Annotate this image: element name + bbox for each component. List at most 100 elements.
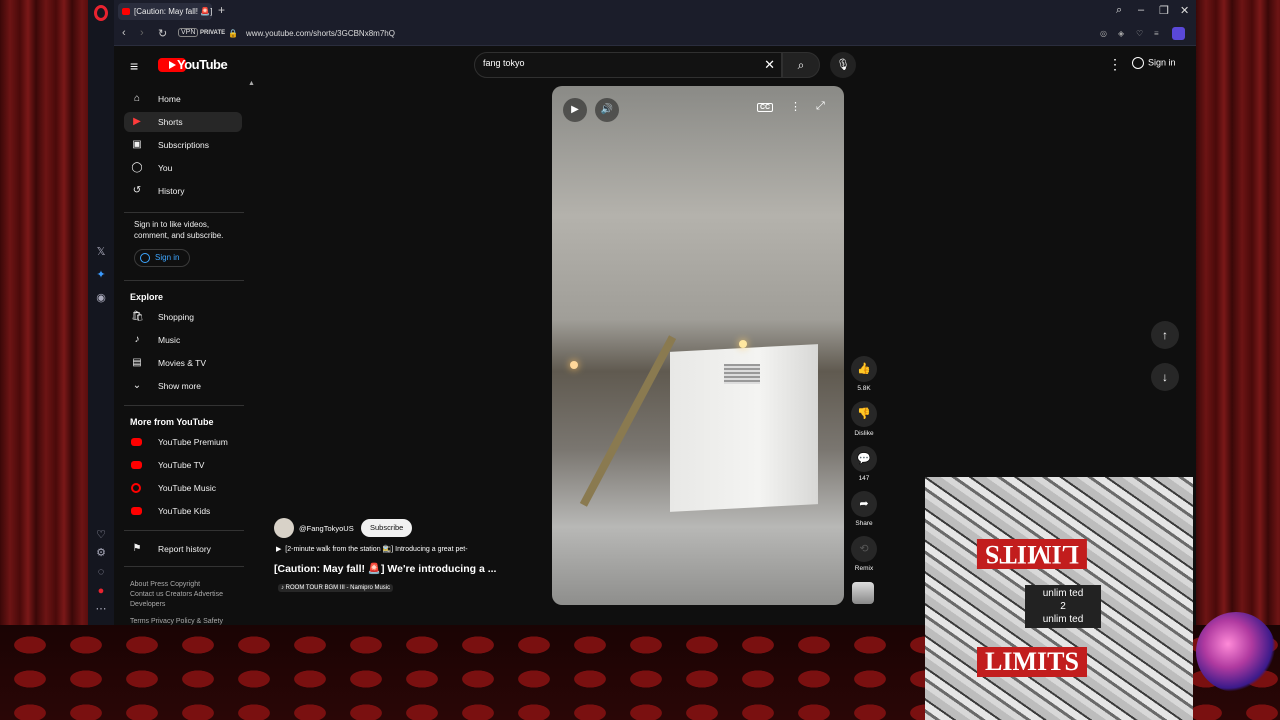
opera-logo-icon[interactable] bbox=[94, 5, 108, 21]
video-vent bbox=[724, 364, 760, 384]
private-label: PRIVATE bbox=[200, 30, 226, 36]
search-button[interactable]: ⌕ bbox=[782, 52, 820, 78]
play-icon: ▶ bbox=[571, 104, 579, 115]
youtube-kids-icon bbox=[131, 507, 142, 515]
sidebar-item-subscriptions[interactable]: ▣ Subscriptions bbox=[124, 135, 242, 155]
discord-icon[interactable]: ◉ bbox=[94, 291, 108, 305]
comment-icon: 💬 bbox=[851, 446, 877, 472]
sidebar-item-youtube-premium[interactable]: YouTube Premium bbox=[124, 432, 242, 452]
player-more-icon[interactable]: ⋮ bbox=[790, 100, 801, 113]
tab-title: [Caution: May fall! 🚨] We bbox=[134, 7, 212, 16]
volume-button[interactable]: 🔊 bbox=[595, 98, 619, 122]
lightbulb-icon[interactable]: ◌ bbox=[94, 565, 108, 579]
sidebar-item-report-history[interactable]: ⚑ Report history bbox=[124, 539, 242, 559]
channel-avatar[interactable] bbox=[274, 518, 294, 538]
voice-search-button[interactable]: 🎙 bbox=[830, 52, 856, 78]
like-count: 5.8K bbox=[857, 385, 871, 392]
search-box[interactable]: ✕ bbox=[474, 52, 782, 78]
vpn-badge[interactable]: VPN bbox=[178, 28, 199, 37]
sidebar-item-shorts[interactable]: ▶ Shorts bbox=[124, 112, 242, 132]
chevron-down-icon: ⌄ bbox=[132, 380, 142, 391]
fullscreen-icon[interactable]: ⤢ bbox=[816, 100, 825, 113]
play-button[interactable]: ▶ bbox=[563, 98, 587, 122]
comments-button[interactable]: 💬 147 bbox=[850, 446, 878, 482]
share-button[interactable]: ➦ Share bbox=[850, 491, 878, 527]
comment-count: 147 bbox=[858, 475, 870, 482]
sidebar-sign-in-button[interactable]: Sign in bbox=[134, 249, 190, 267]
tab-youtube[interactable]: [Caution: May fall! 🚨] We bbox=[118, 3, 212, 20]
album-band-line: unlim ted bbox=[1042, 588, 1084, 599]
search-tabs-icon[interactable]: ⌕ bbox=[1116, 4, 1122, 17]
dislike-label: Dislike bbox=[854, 430, 874, 437]
shield-icon[interactable]: ◈ bbox=[1118, 29, 1127, 38]
forward-icon[interactable]: › bbox=[140, 27, 144, 39]
captions-button[interactable]: CC bbox=[757, 103, 774, 112]
sidebar-label: Report history bbox=[158, 544, 211, 554]
back-icon[interactable]: ‹ bbox=[122, 27, 126, 39]
shorts-video-player[interactable]: ▶ 🔊 CC ⋮ ⤢ bbox=[552, 86, 844, 605]
heart-icon[interactable]: ♡ bbox=[94, 528, 108, 542]
sidebar-divider bbox=[124, 566, 244, 567]
next-short-button[interactable]: ↓ bbox=[1151, 363, 1179, 391]
clear-search-icon[interactable]: ✕ bbox=[764, 57, 775, 73]
subscribe-button[interactable]: Subscribe bbox=[361, 519, 413, 537]
close-window-icon[interactable]: ✕ bbox=[1180, 4, 1189, 17]
sidebar-label: History bbox=[158, 186, 185, 196]
decorative-orb bbox=[1196, 612, 1276, 692]
url-field[interactable]: www.youtube.com/shorts/3GCBNx8m7hQ bbox=[246, 29, 395, 38]
footer-links-2[interactable]: Contact us Creators Advertise bbox=[130, 590, 242, 600]
description-text: [2-minute walk from the station 🚉] Intro… bbox=[285, 546, 468, 553]
new-tab-plus-icon[interactable]: + bbox=[218, 3, 225, 17]
video-title[interactable]: [Caution: May fall! 🚨] We're introducing… bbox=[274, 562, 496, 575]
bluesky-icon[interactable]: ✦ bbox=[94, 268, 108, 282]
opera-sidebar: 𝕏 ✦ ◉ ♡ ⚙ ◌ ● ⋯ bbox=[88, 0, 114, 625]
opera-small-icon[interactable]: ● bbox=[94, 584, 108, 598]
sidebar-item-youtube-tv[interactable]: YouTube TV bbox=[124, 455, 242, 475]
search-input[interactable] bbox=[483, 58, 753, 68]
heart-outline-icon[interactable]: ♡ bbox=[1136, 29, 1145, 38]
you-icon: ◯ bbox=[131, 162, 143, 173]
sidebar-item-movies[interactable]: ▤ Movies & TV bbox=[124, 353, 242, 373]
minimize-icon[interactable]: – bbox=[1138, 4, 1144, 16]
channel-name[interactable]: @FangTokyoUS bbox=[299, 524, 354, 533]
reload-icon[interactable]: ↻ bbox=[158, 27, 167, 40]
footer-links-1[interactable]: About Press Copyright bbox=[130, 580, 242, 590]
previous-short-button[interactable]: ↑ bbox=[1151, 321, 1179, 349]
sound-thumbnail[interactable] bbox=[852, 582, 874, 604]
sidebar-label: YouTube Kids bbox=[158, 506, 211, 516]
dislike-button[interactable]: 👎 Dislike bbox=[850, 401, 878, 437]
sidebar-item-youtube-kids[interactable]: YouTube Kids bbox=[124, 501, 242, 521]
sidebar-label: Show more bbox=[158, 381, 201, 391]
youtube-wordmark[interactable]: YouTube bbox=[177, 57, 228, 72]
header-sign-in-button[interactable]: Sign in bbox=[1132, 57, 1176, 69]
camera-icon[interactable]: ◎ bbox=[1100, 29, 1109, 38]
menu-lines-icon[interactable]: ≡ bbox=[1154, 29, 1163, 38]
video-description[interactable]: ▶ [2-minute walk from the station 🚉] Int… bbox=[276, 545, 468, 553]
lock-icon[interactable]: 🔒 bbox=[228, 29, 238, 38]
music-link[interactable]: ♪ ROOM TOUR BGM III - Namipro Music bbox=[278, 584, 394, 592]
remix-button[interactable]: ⟲ Remix bbox=[850, 536, 878, 572]
sidebar-item-you[interactable]: ◯ You bbox=[124, 158, 242, 178]
album-title-bottom: LIMITS bbox=[977, 647, 1087, 677]
sidebar-item-shopping[interactable]: 🛍 Shopping bbox=[124, 307, 242, 327]
settings-kebab-icon[interactable]: ⋮ bbox=[1108, 56, 1122, 73]
thumbs-down-icon: 👎 bbox=[851, 401, 877, 427]
sidebar-item-youtube-music[interactable]: YouTube Music bbox=[124, 478, 242, 498]
sidebar-item-history[interactable]: ↺ History bbox=[124, 181, 242, 201]
sidebar-divider bbox=[124, 530, 244, 531]
footer-links-3[interactable]: Developers bbox=[130, 600, 242, 610]
x-icon[interactable]: 𝕏 bbox=[94, 245, 108, 259]
youtube-favicon-icon bbox=[122, 8, 130, 15]
volume-icon: 🔊 bbox=[600, 104, 614, 115]
sidebar-item-home[interactable]: ⌂ Home bbox=[124, 89, 242, 109]
sidebar-item-music[interactable]: ♪ Music bbox=[124, 330, 242, 350]
like-button[interactable]: 👍 5.8K bbox=[850, 356, 878, 392]
settings-icon[interactable]: ⚙ bbox=[94, 546, 108, 560]
footer-links-4[interactable]: Terms Privacy Policy & Safety bbox=[130, 617, 242, 625]
hamburger-menu-icon[interactable]: ≡ bbox=[130, 58, 138, 74]
sidebar-item-show-more[interactable]: ⌄ Show more bbox=[124, 376, 242, 396]
restore-icon[interactable]: ❐ bbox=[1159, 4, 1169, 17]
sidebar-divider bbox=[124, 212, 244, 213]
extension-icon[interactable] bbox=[1172, 27, 1185, 40]
more-dots-icon[interactable]: ⋯ bbox=[94, 602, 108, 616]
